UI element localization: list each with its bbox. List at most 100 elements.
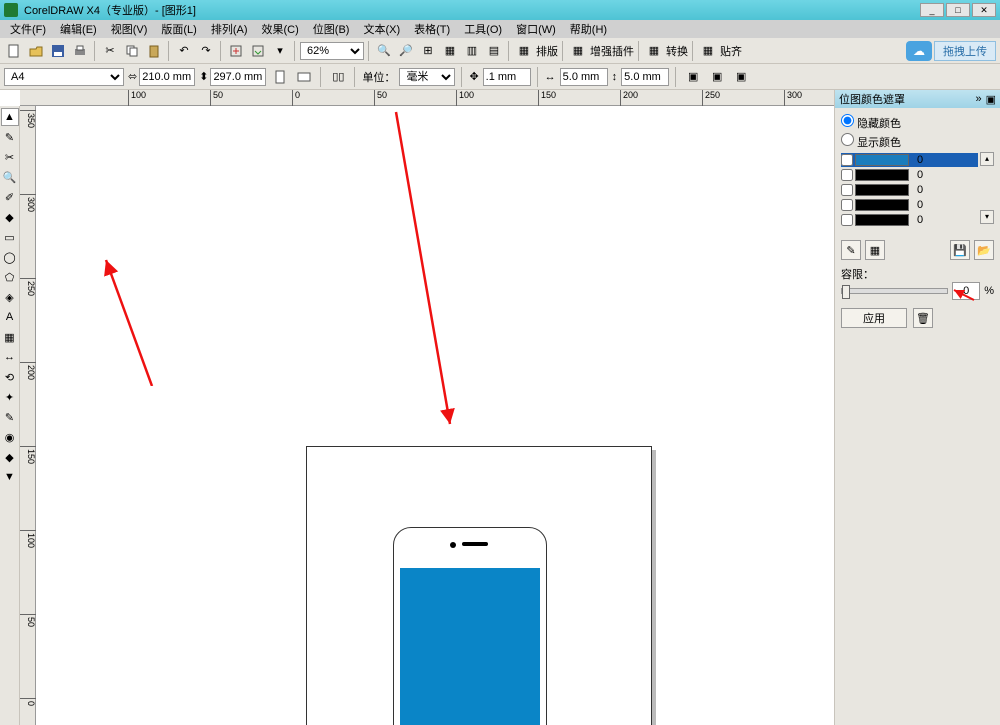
apply-button[interactable]: 应用 [841,308,907,328]
interactive-fill-tool[interactable]: ▼ [1,468,19,486]
docker-close-icon[interactable]: ▣ [986,93,996,106]
cut-button[interactable]: ✂ [100,41,120,61]
print-button[interactable] [70,41,90,61]
ruler-vertical[interactable]: 350300250200150100500 [20,106,36,725]
mask-row-swatch[interactable] [855,154,909,166]
connector-tool[interactable]: ⟲ [1,368,19,386]
menu-tools[interactable]: 工具(O) [458,20,508,38]
dimension-tool[interactable]: ↔ [1,348,19,366]
menu-table[interactable]: 表格(T) [408,20,456,38]
table-tool[interactable]: ▦ [1,328,19,346]
eyedropper-button[interactable]: ✎ [841,240,861,260]
smart-fill-tool[interactable]: ◆ [1,208,19,226]
pick-tool[interactable]: ▲ [1,108,19,126]
color-mask-row[interactable] [841,168,978,182]
units-select[interactable]: 毫米 [399,68,455,86]
delete-mask-button[interactable]: 🗑 [913,308,933,328]
snap-button[interactable]: ⊞ [418,41,438,61]
color-mask-row[interactable] [841,198,978,212]
mask-row-value[interactable] [911,153,929,167]
menu-help[interactable]: 帮助(H) [564,20,613,38]
new-button[interactable] [4,41,24,61]
upload-button[interactable]: 拖拽上传 [934,41,996,61]
open-mask-button[interactable]: 📂 [974,240,994,260]
menu-edit[interactable]: 编辑(E) [54,20,103,38]
page-size-select[interactable]: A4 [4,68,124,86]
grid-button[interactable]: ▦ [440,41,460,61]
phone-screen-rect[interactable] [400,568,540,725]
page-width-field[interactable] [139,68,195,86]
copy-button[interactable] [122,41,142,61]
undo-button[interactable]: ↶ [174,41,194,61]
rulers-button[interactable]: ▤ [484,41,504,61]
dup-y-field[interactable] [621,68,669,86]
snap-objects-button[interactable]: ▣ [707,67,727,87]
landscape-button[interactable] [294,67,314,87]
shape-tool[interactable]: ✎ [1,128,19,146]
drawing-canvas[interactable] [36,106,834,725]
guides-button[interactable]: ▥ [462,41,482,61]
phone-shape[interactable] [393,527,547,725]
menu-arrange[interactable]: 排列(A) [205,20,254,38]
color-mask-row[interactable] [841,213,978,227]
paste-button[interactable] [144,41,164,61]
ruler-horizontal[interactable]: 10050050100150200250300 [20,90,834,106]
close-button[interactable]: ✕ [972,3,996,17]
eyedropper-tool[interactable]: ✎ [1,408,19,426]
fill-tool[interactable]: ◆ [1,448,19,466]
mask-row-swatch[interactable] [855,184,909,196]
docker-title-bar[interactable]: 位图颜色遮罩 » ▣ [835,90,1000,108]
mask-row-checkbox[interactable] [841,154,853,166]
show-colors-option[interactable]: 显示颜色 [841,133,994,150]
mask-row-checkbox[interactable] [841,214,853,226]
mask-row-checkbox[interactable] [841,169,853,181]
import-button[interactable] [226,41,246,61]
mask-row-swatch[interactable] [855,214,909,226]
edit-color-button[interactable]: ▦ [865,240,885,260]
convert-button[interactable]: ▦ [644,41,664,61]
crop-tool[interactable]: ✂ [1,148,19,166]
interactive-tool[interactable]: ✦ [1,388,19,406]
menu-file[interactable]: 文件(F) [4,20,52,38]
basic-shapes-tool[interactable]: ◈ [1,288,19,306]
menu-effects[interactable]: 效果(C) [256,20,305,38]
color-mask-row[interactable] [841,153,978,167]
portrait-button[interactable] [270,67,290,87]
docker-collapse-icon[interactable]: » [975,93,981,106]
app-launcher-button[interactable]: ▾ [270,41,290,61]
mask-row-value[interactable] [911,183,929,197]
zoom-out-button[interactable]: 🔎 [396,41,416,61]
list-scroll-down[interactable]: ▾ [980,210,994,224]
mask-row-checkbox[interactable] [841,184,853,196]
redo-button[interactable]: ↷ [196,41,216,61]
mask-row-value[interactable] [911,213,929,227]
text-tool[interactable]: A [1,308,19,326]
menu-bitmaps[interactable]: 位图(B) [307,20,356,38]
treat-as-filled-button[interactable]: ▣ [683,67,703,87]
page-height-field[interactable] [210,68,266,86]
menu-window[interactable]: 窗口(W) [510,20,562,38]
zoom-in-button[interactable]: 🔍 [374,41,394,61]
mask-row-swatch[interactable] [855,169,909,181]
menu-view[interactable]: 视图(V) [105,20,154,38]
dup-x-field[interactable] [560,68,608,86]
drawing-page[interactable] [306,446,652,725]
hide-colors-option[interactable]: 隐藏颜色 [841,114,994,131]
polygon-tool[interactable]: ⬠ [1,268,19,286]
zoom-tool[interactable]: 🔍 [1,168,19,186]
export-button[interactable] [248,41,268,61]
outline-tool[interactable]: ◉ [1,428,19,446]
menu-text[interactable]: 文本(X) [357,20,406,38]
snap-to-button[interactable]: ▦ [698,41,718,61]
nudge-field[interactable] [483,68,531,86]
dynamic-guides-button[interactable]: ▣ [731,67,751,87]
layout1-button[interactable]: ▦ [514,41,534,61]
open-button[interactable] [26,41,46,61]
mask-row-checkbox[interactable] [841,199,853,211]
maximize-button[interactable]: □ [946,3,970,17]
ellipse-tool[interactable]: ◯ [1,248,19,266]
freehand-tool[interactable]: ✐ [1,188,19,206]
menu-layout[interactable]: 版面(L) [155,20,202,38]
rectangle-tool[interactable]: ▭ [1,228,19,246]
zoom-select[interactable]: 62% [300,42,364,60]
